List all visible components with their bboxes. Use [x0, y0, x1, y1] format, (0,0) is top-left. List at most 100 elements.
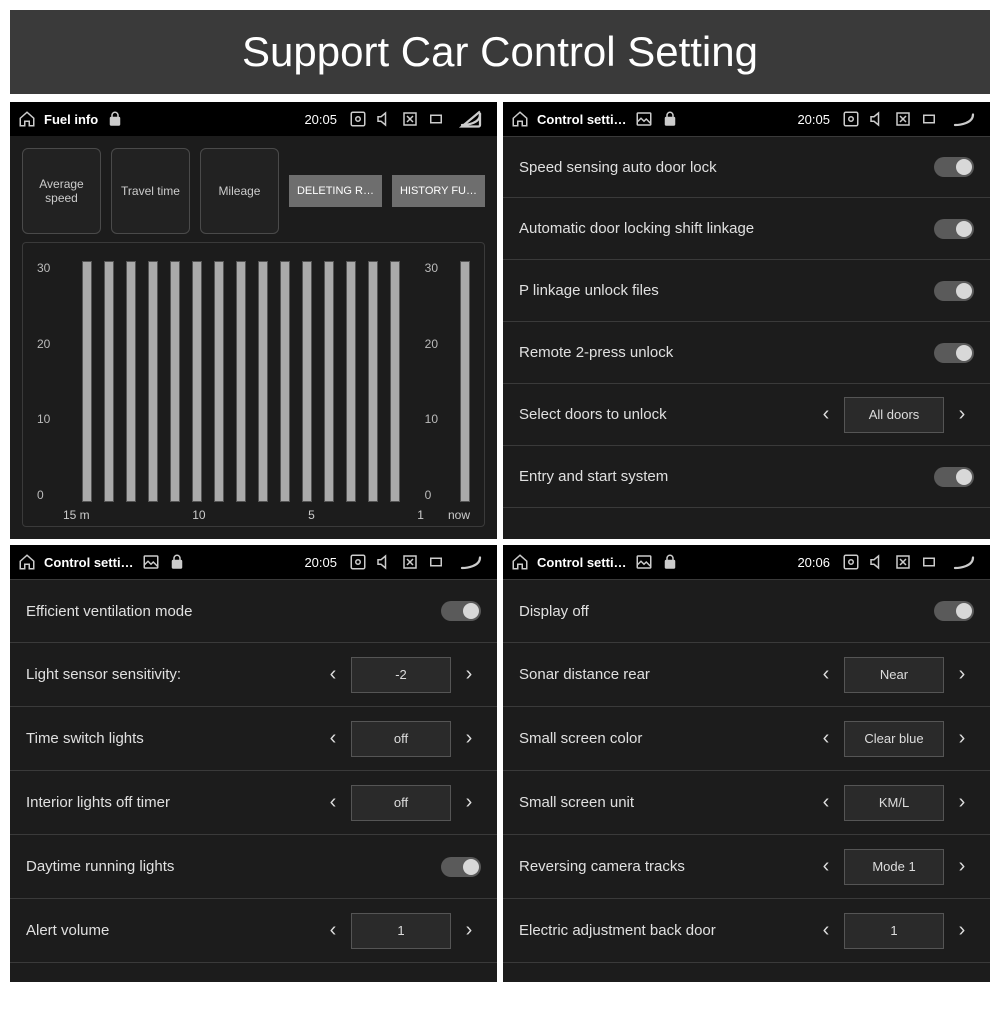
chevron-left-icon[interactable]: ‹ — [321, 791, 345, 814]
chevron-left-icon[interactable]: ‹ — [321, 727, 345, 750]
image-icon — [635, 553, 653, 571]
screenshot-icon[interactable] — [349, 110, 367, 128]
value-box[interactable]: Near — [844, 657, 944, 693]
lock-icon — [661, 553, 679, 571]
toggle-switch[interactable] — [934, 157, 974, 177]
close-app-icon[interactable] — [894, 110, 912, 128]
value-box[interactable]: 1 — [844, 913, 944, 949]
now-bar — [460, 261, 470, 502]
close-app-icon[interactable] — [401, 110, 419, 128]
chevron-right-icon[interactable]: › — [950, 855, 974, 878]
fuel-card-mileage[interactable]: Mileage — [200, 148, 279, 234]
lock-icon — [168, 553, 186, 571]
setting-label: Small screen color — [519, 730, 814, 747]
value-stepper: ‹ Clear blue › — [814, 721, 974, 757]
home-icon[interactable] — [511, 110, 529, 128]
chevron-left-icon[interactable]: ‹ — [814, 727, 838, 750]
back-icon[interactable] — [453, 553, 489, 571]
chevron-right-icon[interactable]: › — [950, 919, 974, 942]
setting-row: Light sensor sensitivity:‹-2› — [10, 643, 497, 707]
lock-icon — [106, 110, 124, 128]
toggle-switch[interactable] — [934, 219, 974, 239]
setting-label: Daytime running lights — [26, 858, 441, 875]
setting-row: Remote 2-press unlock — [503, 322, 990, 384]
panel-title: Fuel info — [44, 112, 98, 127]
setting-label: Entry and start system — [519, 468, 934, 485]
chevron-left-icon[interactable]: ‹ — [814, 919, 838, 942]
setting-label: Sonar distance rear — [519, 666, 814, 683]
chevron-right-icon[interactable]: › — [950, 663, 974, 686]
chevron-right-icon[interactable]: › — [950, 727, 974, 750]
back-icon[interactable] — [453, 110, 489, 128]
toggle-switch[interactable] — [441, 601, 481, 621]
setting-row: Efficient ventilation mode — [10, 579, 497, 643]
fuel-card-travel-time[interactable]: Travel time — [111, 148, 190, 234]
screenshot-icon[interactable] — [349, 553, 367, 571]
close-app-icon[interactable] — [894, 553, 912, 571]
deleting-button[interactable]: DELETING R… — [289, 175, 382, 207]
chevron-right-icon[interactable]: › — [950, 403, 974, 426]
history-button[interactable]: HISTORY FU… — [392, 175, 485, 207]
value-box[interactable]: off — [351, 785, 451, 821]
value-box[interactable]: Mode 1 — [844, 849, 944, 885]
value-box[interactable]: All doors — [844, 397, 944, 433]
mute-icon[interactable] — [868, 553, 886, 571]
chevron-left-icon[interactable]: ‹ — [321, 919, 345, 942]
toggle-switch[interactable] — [934, 467, 974, 487]
chevron-left-icon[interactable]: ‹ — [814, 663, 838, 686]
setting-row: Automatic door locking shift linkage — [503, 198, 990, 260]
chevron-left-icon[interactable]: ‹ — [321, 663, 345, 686]
setting-row: Small screen unit‹ KM/L › — [503, 771, 990, 835]
home-icon[interactable] — [511, 553, 529, 571]
screenshot-icon[interactable] — [842, 553, 860, 571]
setting-row: Small screen color‹ Clear blue › — [503, 707, 990, 771]
chevron-right-icon[interactable]: › — [457, 791, 481, 814]
chevron-left-icon[interactable]: ‹ — [814, 855, 838, 878]
home-icon[interactable] — [18, 110, 36, 128]
mute-icon[interactable] — [375, 553, 393, 571]
home-icon[interactable] — [18, 553, 36, 571]
back-icon[interactable] — [946, 553, 982, 571]
back-icon[interactable] — [946, 110, 982, 128]
setting-row: Reversing camera tracks‹ Mode 1 › — [503, 835, 990, 899]
chevron-left-icon[interactable]: ‹ — [814, 791, 838, 814]
value-box[interactable]: 1 — [351, 913, 451, 949]
value-box[interactable]: -2 — [351, 657, 451, 693]
setting-row: Time switch lights‹off› — [10, 707, 497, 771]
toggle-switch[interactable] — [934, 343, 974, 363]
screenshot-icon[interactable] — [842, 110, 860, 128]
value-stepper: ‹ KM/L › — [814, 785, 974, 821]
toggle-switch[interactable] — [934, 281, 974, 301]
toggle-switch[interactable] — [441, 857, 481, 877]
chevron-right-icon[interactable]: › — [950, 791, 974, 814]
setting-label: Small screen unit — [519, 794, 814, 811]
now-label: now — [448, 508, 470, 522]
value-stepper: ‹ 1 › — [814, 913, 974, 949]
value-box[interactable]: KM/L — [844, 785, 944, 821]
setting-label: Interior lights off timer — [26, 794, 321, 811]
setting-row: Electric adjustment back door‹1› — [503, 899, 990, 963]
setting-row: Speed sensing auto door lock — [503, 136, 990, 198]
chevron-right-icon[interactable]: › — [457, 727, 481, 750]
chevron-left-icon[interactable]: ‹ — [814, 403, 838, 426]
mute-icon[interactable] — [868, 110, 886, 128]
chevron-right-icon[interactable]: › — [457, 919, 481, 942]
value-box[interactable]: Clear blue — [844, 721, 944, 757]
value-stepper: ‹ Near › — [814, 657, 974, 693]
status-bar: Control setti… 20:06 — [503, 545, 990, 579]
value-box[interactable]: off — [351, 721, 451, 757]
setting-label: Efficient ventilation mode — [26, 603, 441, 620]
setting-label: Reversing camera tracks — [519, 858, 814, 875]
close-app-icon[interactable] — [401, 553, 419, 571]
setting-label: Speed sensing auto door lock — [519, 159, 934, 176]
chevron-right-icon[interactable]: › — [457, 663, 481, 686]
recent-icon[interactable] — [427, 110, 445, 128]
recent-icon[interactable] — [427, 553, 445, 571]
image-icon — [142, 553, 160, 571]
fuel-card-avg-speed[interactable]: Average speed — [22, 148, 101, 234]
toggle-switch[interactable] — [934, 601, 974, 621]
recent-icon[interactable] — [920, 553, 938, 571]
mute-icon[interactable] — [375, 110, 393, 128]
setting-row: Sonar distance rear‹ Near › — [503, 643, 990, 707]
recent-icon[interactable] — [920, 110, 938, 128]
